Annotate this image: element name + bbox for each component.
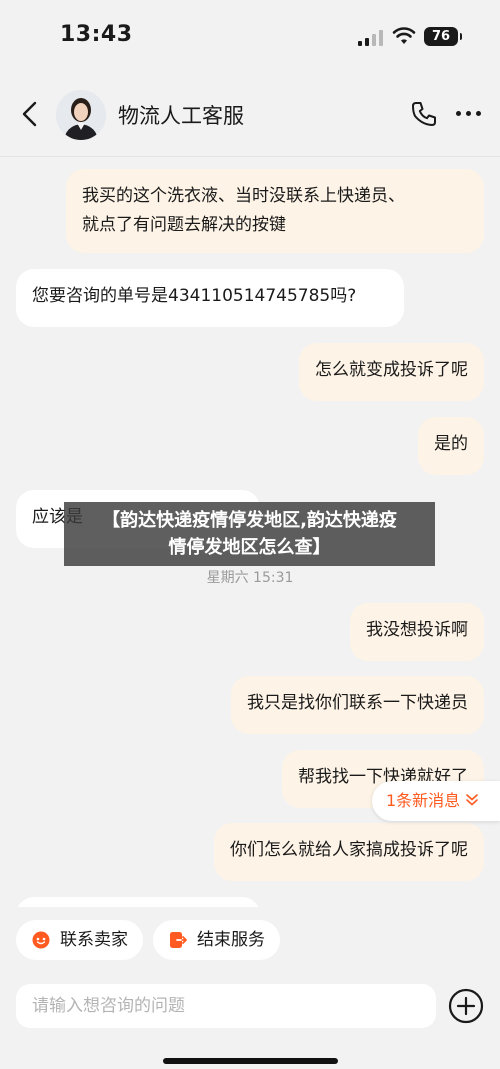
back-arrow-icon[interactable] [18,100,42,128]
message-input[interactable] [16,984,436,1028]
new-messages-label: 1条新消息 [386,791,461,810]
message-timestamp: 星期六 15:31 [206,570,294,586]
status-time: 13:43 [60,22,133,47]
exit-icon [170,932,187,948]
chat-header: 物流人工客服 [0,72,500,157]
page-title: 物流人工客服 [118,104,244,128]
end-service-label: 结束服务 [197,930,265,950]
contact-seller-button[interactable]: 联系卖家 [16,920,143,960]
battery-icon: 76 [424,27,462,46]
phone-icon[interactable] [410,100,438,128]
message-bubble-user: 你们怎么就给人家搞成投诉了呢 [214,823,484,881]
plus-icon[interactable] [448,988,484,1024]
double-chevron-down-icon [466,794,479,806]
composer-area: 联系卖家 结束服务 [0,907,500,1069]
message-bubble-user: 是的 [418,417,484,475]
contact-seller-label: 联系卖家 [60,930,128,950]
home-indicator [163,1058,338,1064]
message-bubble-user: 我买的这个洗衣液、当时没联系上快递员、 就点了有问题去解决的按键 [66,169,484,253]
more-options-icon[interactable] [454,110,484,118]
new-messages-button[interactable]: 1条新消息 [372,781,500,821]
message-bubble-user: 我没想投诉啊 [350,603,484,661]
end-service-button[interactable]: 结束服务 [153,920,280,960]
article-title-overlay: 【韵达快递疫情停发地区,韵达快递疫 情停发地区怎么查】 [64,502,435,566]
wifi-icon [392,27,416,44]
message-bubble-user: 我只是找你们联系一下快递员 [231,676,484,734]
cellular-signal-icon [358,30,384,46]
status-bar: 13:43 76 [0,0,500,72]
message-bubble-agent-partial [16,897,260,907]
message-bubble-agent: 您要咨询的单号是434110514745785吗? [16,269,404,327]
agent-avatar[interactable] [56,90,106,140]
seller-icon [32,931,50,949]
message-bubble-user: 怎么就变成投诉了呢 [299,343,484,401]
